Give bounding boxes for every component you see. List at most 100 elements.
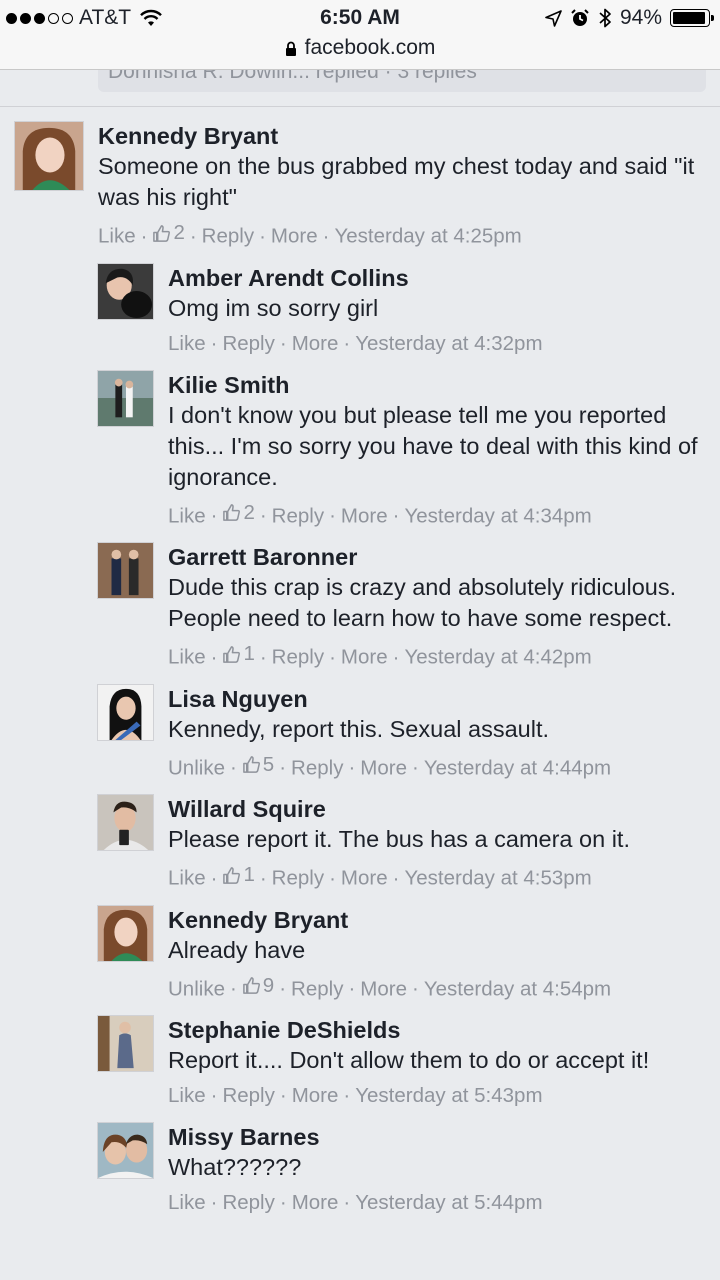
comment-text: Already have (168, 936, 306, 963)
avatar[interactable] (97, 1122, 154, 1179)
thumbs-up-icon (223, 504, 241, 521)
more-button[interactable]: More (292, 1084, 339, 1107)
like-count[interactable]: 9 (242, 974, 274, 998)
comment-actions: Like · 1 · Reply · More · Yesterday at 4:53pm (168, 863, 592, 890)
like-button[interactable]: Unlike (168, 756, 225, 779)
like-count-value: 5 (262, 752, 275, 776)
comment-timestamp[interactable]: Yesterday at 4:53pm (404, 867, 591, 890)
reply-button[interactable]: Reply (272, 504, 324, 527)
comment: Kennedy Bryant Someone on the bus grabbe… (0, 121, 720, 263)
thumbs-up-icon (153, 224, 171, 242)
status-bar-right: 94% (545, 6, 714, 30)
comment-timestamp[interactable]: Yesterday at 4:44pm (424, 756, 611, 779)
previous-replies-text: Donnisha R. Dowlin... replied · 3 replie… (108, 70, 477, 83)
like-button[interactable]: Like (168, 867, 206, 890)
comment-text: Kennedy, report this. Sexual assault. (168, 715, 550, 742)
like-button[interactable]: Like (168, 646, 206, 669)
reply-button[interactable]: Reply (272, 867, 324, 890)
comment-author[interactable]: Garrett Baronner (168, 542, 720, 572)
more-button[interactable]: More (271, 225, 318, 248)
comment-actions: Unlike · 5 · Reply · More · Yesterday at 4:44pm (168, 752, 612, 780)
avatar[interactable] (97, 683, 154, 741)
like-count-value: 1 (243, 642, 255, 665)
reply-comment: Amber Arendt Collins Omg im so sorry gir… (0, 262, 720, 370)
more-button[interactable]: More (341, 867, 388, 890)
reply-button[interactable]: Reply (272, 646, 324, 669)
like-button[interactable]: Like (168, 332, 206, 355)
like-count-value: 2 (173, 221, 185, 244)
comment-author[interactable]: Kilie Smith (168, 370, 720, 400)
comment-timestamp[interactable]: Yesterday at 5:44pm (355, 1191, 542, 1214)
comment-timestamp[interactable]: Yesterday at 4:42pm (404, 646, 591, 669)
previous-replies-summary[interactable]: Donnisha R. Dowlin... replied · 3 replie… (98, 70, 706, 92)
reply-button[interactable]: Reply (222, 332, 274, 355)
battery-level (673, 12, 705, 24)
like-button[interactable]: Like (168, 504, 206, 527)
comment-timestamp[interactable]: Yesterday at 4:32pm (355, 332, 542, 355)
avatar[interactable] (97, 1015, 154, 1072)
location-arrow-icon (545, 9, 562, 27)
reply-comment: Lisa Nguyen Kennedy, report this. Sexual… (0, 683, 720, 795)
divider (0, 106, 720, 107)
comment-actions: Like · Reply · More · Yesterday at 5:43pm (168, 1084, 543, 1107)
battery-percent: 94% (619, 6, 662, 29)
avatar[interactable] (97, 794, 154, 851)
avatar[interactable] (97, 904, 154, 962)
comment-actions: Like · 2 · Reply · More · Yesterday at 4:25pm (98, 221, 522, 248)
comment-timestamp[interactable]: Yesterday at 5:43pm (355, 1084, 542, 1107)
lock-icon (285, 41, 296, 56)
avatar[interactable] (97, 369, 154, 427)
more-button[interactable]: More (341, 504, 388, 527)
reply-button[interactable]: Reply (202, 225, 254, 248)
more-button[interactable]: More (292, 1191, 339, 1214)
avatar[interactable] (97, 542, 154, 599)
like-button[interactable]: Like (168, 1084, 206, 1107)
like-button[interactable]: Like (98, 225, 136, 248)
more-button[interactable]: More (341, 646, 388, 669)
like-button[interactable]: Unlike (168, 977, 225, 1000)
comment-author[interactable]: Lisa Nguyen (168, 684, 720, 714)
avatar[interactable] (97, 262, 154, 320)
battery-icon (670, 9, 714, 27)
thumbs-up-icon (223, 866, 241, 884)
comment-actions: Like · Reply · More · Yesterday at 5:44pm (168, 1191, 543, 1214)
comment-timestamp[interactable]: Yesterday at 4:54pm (424, 977, 611, 1000)
like-count[interactable]: 1 (222, 642, 255, 666)
more-button[interactable]: More (360, 977, 407, 1000)
comment-text: Dude this crap is crazy and absolutely r… (168, 574, 677, 631)
avatar[interactable] (14, 121, 84, 191)
comment-actions: Like · Reply · More · Yesterday at 4:32pm (168, 331, 543, 355)
reply-comment: Garrett Baronner Dude this crap is crazy… (0, 542, 720, 684)
status-bar: AT&T 6:50 AM 94% (0, 0, 720, 36)
reply-button[interactable]: Reply (222, 1191, 274, 1214)
more-button[interactable]: More (360, 756, 407, 779)
comment-author[interactable]: Kennedy Bryant (98, 121, 720, 151)
reply-comment: Kilie Smith I don't know you but please … (0, 369, 720, 543)
comment-author[interactable]: Amber Arendt Collins (168, 263, 720, 293)
like-count[interactable]: 2 (152, 221, 185, 245)
like-count[interactable]: 5 (242, 753, 274, 777)
like-count[interactable]: 1 (222, 863, 255, 887)
comment-author[interactable]: Willard Squire (168, 794, 720, 824)
reply-button[interactable]: Reply (291, 756, 343, 779)
reply-button[interactable]: Reply (222, 1084, 274, 1107)
comment-text: Report it.... Don't allow them to do or … (168, 1047, 650, 1073)
comment-actions: Like · 1 · Reply · More · Yesterday at 4:42pm (168, 642, 592, 669)
url-bar[interactable]: facebook.com (0, 36, 720, 70)
comment-author[interactable]: Stephanie DeShields (168, 1015, 720, 1045)
reply-button[interactable]: Reply (291, 977, 343, 1000)
comment-text: Omg im so sorry girl (168, 294, 379, 321)
like-count[interactable]: 2 (222, 501, 255, 525)
more-button[interactable]: More (292, 332, 339, 355)
comment-author[interactable]: Kennedy Bryant (168, 905, 720, 935)
comment-actions: Like · 2 · Reply · More · Yesterday at 4:34pm (168, 500, 592, 528)
like-button[interactable]: Like (168, 1191, 206, 1214)
comment-text: What?????? (168, 1154, 302, 1180)
comment-timestamp[interactable]: Yesterday at 4:25pm (334, 225, 521, 248)
like-count-value: 9 (262, 973, 275, 997)
comment-author[interactable]: Missy Barnes (168, 1122, 720, 1152)
comment-actions: Unlike · 9 · Reply · More · Yesterday at 4:54pm (168, 973, 612, 1001)
comment-timestamp[interactable]: Yesterday at 4:34pm (404, 504, 591, 527)
reply-comment: Missy Barnes What?????? Like · Reply · More ·… (0, 1122, 720, 1229)
thumbs-up-icon (242, 756, 260, 773)
